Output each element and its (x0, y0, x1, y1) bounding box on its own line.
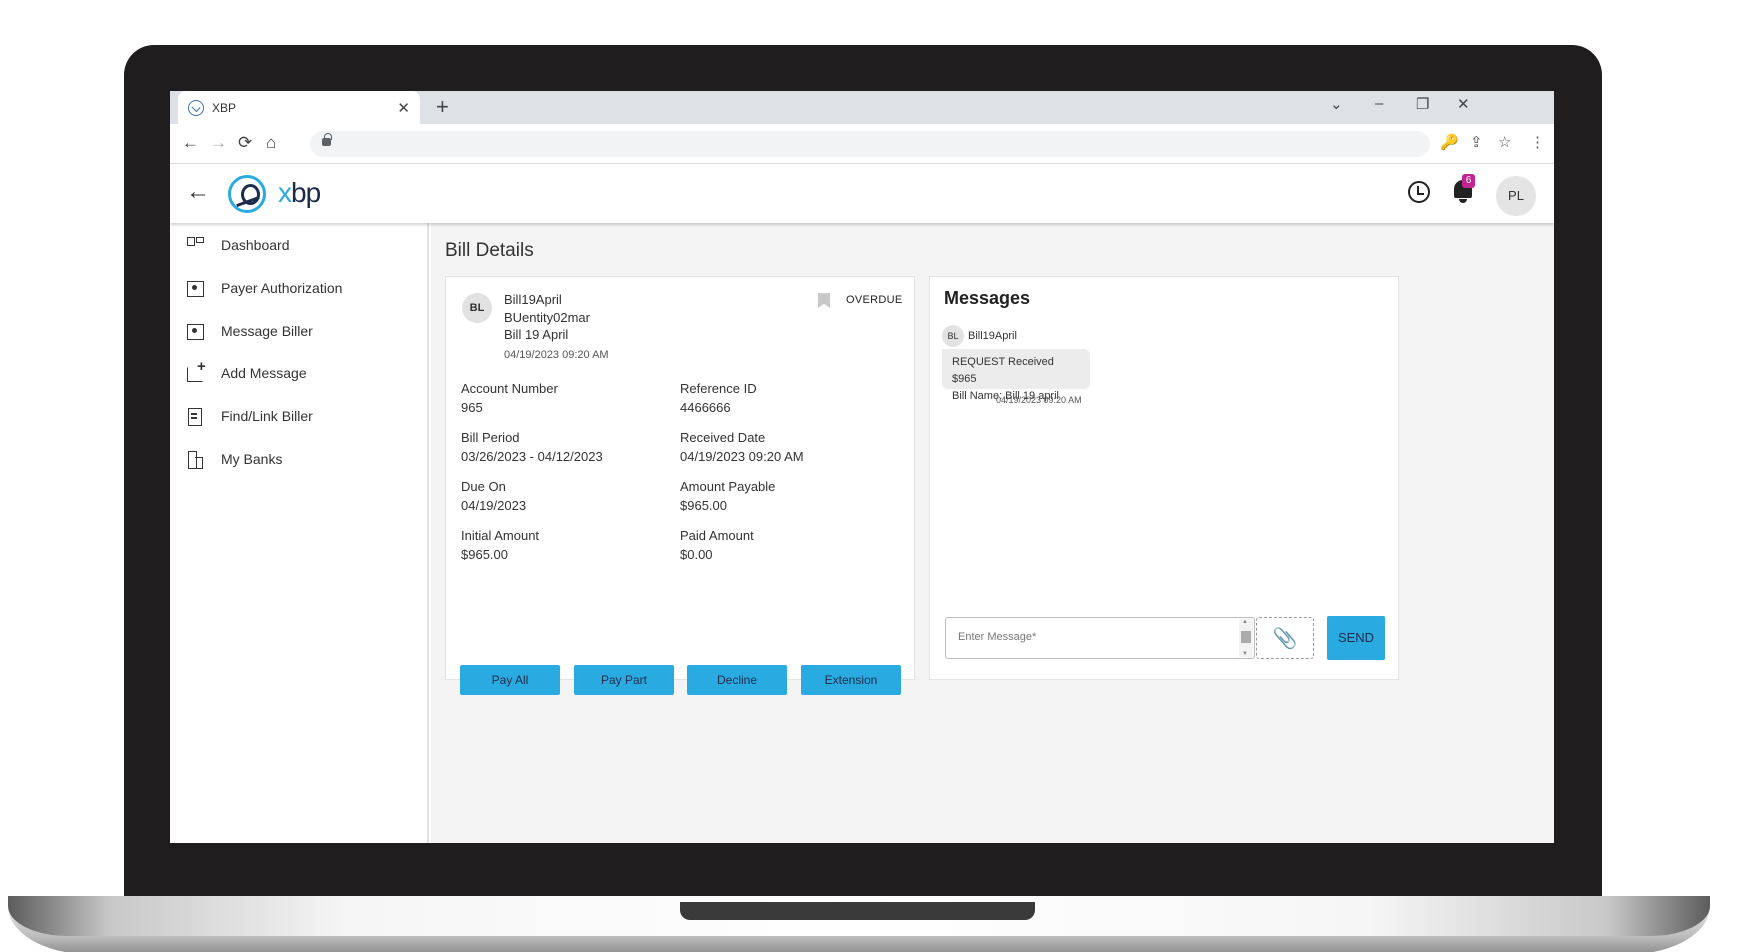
sidebar-item-label: Find/Link Biller (221, 408, 313, 424)
sidebar: Dashboard Payer Authorization Message Bi… (170, 223, 429, 843)
status-badge: OVERDUE (846, 294, 903, 306)
reload-icon[interactable]: ⟳ (238, 133, 252, 153)
browser-tab[interactable]: XBP ✕ (178, 91, 420, 124)
payer-authorization-icon (186, 279, 204, 297)
messages-title: Messages (944, 288, 1031, 308)
new-tab-button[interactable]: + (436, 94, 449, 120)
favicon-icon (188, 99, 204, 116)
sidebar-item-message-biller[interactable]: Message Biller (186, 316, 416, 346)
received-date-field: Received Date 04/19/2023 09:20 AM (680, 430, 804, 464)
sidebar-item-my-banks[interactable]: My Banks (186, 444, 416, 474)
key-icon[interactable]: 🔑 (1440, 133, 1459, 151)
sidebar-item-find-link-biller[interactable]: Find/Link Biller (186, 401, 416, 431)
scrollbar-thumb[interactable] (1241, 631, 1251, 643)
paid-amount-field: Paid Amount $0.00 (680, 528, 754, 562)
pay-all-button[interactable]: Pay All (460, 665, 560, 695)
message-input[interactable]: Enter Message* (945, 617, 1255, 659)
main-content: Bill Details BL Bill19April BUentity02ma… (431, 223, 1554, 843)
bank-icon (186, 450, 204, 469)
initial-amount-field: Initial Amount $965.00 (461, 528, 540, 562)
sidebar-item-label: Dashboard (221, 237, 290, 253)
attachment-button[interactable]: 📎 (1256, 617, 1314, 659)
history-icon[interactable] (1408, 181, 1430, 203)
decline-button[interactable]: Decline (687, 665, 787, 695)
sidebar-item-payer-authorization[interactable]: Payer Authorization (186, 273, 416, 303)
back-arrow-icon[interactable]: ← (186, 178, 210, 206)
find-biller-icon (186, 407, 204, 426)
sidebar-item-add-message[interactable]: Add Message (186, 358, 416, 388)
sidebar-item-label: Add Message (221, 365, 307, 381)
sidebar-item-label: Payer Authorization (221, 280, 343, 296)
biller-avatar: BL (462, 293, 492, 323)
lock-icon (322, 133, 332, 146)
dashboard-icon (186, 236, 204, 254)
sender-avatar: BL (942, 325, 964, 347)
bill-period-field: Bill Period 03/26/2023 - 04/12/2023 (461, 430, 603, 464)
tab-search-icon[interactable]: ⌄ (1330, 95, 1343, 113)
bill-name: Bill19April (504, 292, 562, 307)
menu-icon[interactable]: ⋮ (1530, 133, 1545, 151)
page-title: Bill Details (445, 240, 534, 261)
paperclip-icon: 📎 (1272, 628, 1298, 650)
sidebar-item-dashboard[interactable]: Dashboard (186, 230, 416, 260)
message-biller-icon (186, 322, 204, 340)
message-line: REQUEST Received $965 (952, 356, 1054, 385)
sidebar-item-label: My Banks (221, 451, 283, 467)
reference-id-field: Reference ID 4466666 (680, 381, 757, 415)
message-time: 04/19/2023 09:20 AM (996, 395, 1082, 405)
due-on-field: Due On 04/19/2023 (461, 479, 527, 513)
user-avatar[interactable]: PL (1496, 176, 1536, 216)
window-close-icon[interactable]: ✕ (1457, 95, 1470, 113)
add-message-icon (186, 358, 206, 382)
sidebar-item-label: Message Biller (221, 323, 313, 339)
bill-details-card: BL Bill19April BUentity02mar Bill 19 Apr… (445, 276, 915, 695)
share-icon[interactable]: ⇪ (1470, 133, 1483, 151)
bill-description: Bill 19 April (504, 327, 569, 342)
pay-part-button[interactable]: Pay Part (574, 665, 674, 695)
restore-icon[interactable]: ❐ (1416, 95, 1429, 113)
send-button[interactable]: SEND (1327, 616, 1385, 660)
browser-toolbar: ← → ⟳ ⌂ 🔑 ⇪ ☆ ⋮ (170, 124, 1554, 164)
home-icon[interactable]: ⌂ (266, 133, 276, 153)
forward-icon[interactable]: → (210, 133, 227, 153)
account-number-field: Account Number 965 (461, 381, 558, 415)
amount-payable-field: Amount Payable $965.00 (680, 479, 776, 513)
message-bubble: REQUEST Received $965 Bill Name: Bill 19… (942, 349, 1090, 402)
screen: XBP ✕ + ⌄ – ❐ ✕ ← → ⟳ ⌂ 🔑 ⇪ ☆ ⋮ ← xbp 6 … (170, 91, 1554, 843)
bill-entity: BUentity02mar (504, 310, 590, 325)
bookmark-icon[interactable] (818, 293, 830, 308)
browser-tab-strip: XBP ✕ + ⌄ – ❐ ✕ (170, 91, 1554, 124)
sender-name: Bill19April (968, 330, 1017, 342)
back-icon[interactable]: ← (182, 133, 199, 153)
close-tab-icon[interactable]: ✕ (397, 99, 410, 117)
xbp-logo-icon (228, 175, 266, 213)
bill-datetime: 04/19/2023 09:20 AM (504, 349, 609, 361)
messages-card: Messages BL Bill19April REQUEST Received… (929, 276, 1399, 680)
app-header: ← xbp 6 PL (170, 164, 1554, 223)
logo-text: xbp (278, 177, 321, 208)
tab-title: XBP (212, 100, 237, 115)
extension-button[interactable]: Extension (801, 665, 901, 695)
notification-badge: 6 (1462, 174, 1475, 188)
minimize-icon[interactable]: – (1375, 95, 1383, 112)
bookmark-star-icon[interactable]: ☆ (1498, 133, 1511, 151)
laptop-notch (680, 902, 1035, 920)
address-bar[interactable] (310, 131, 1430, 157)
